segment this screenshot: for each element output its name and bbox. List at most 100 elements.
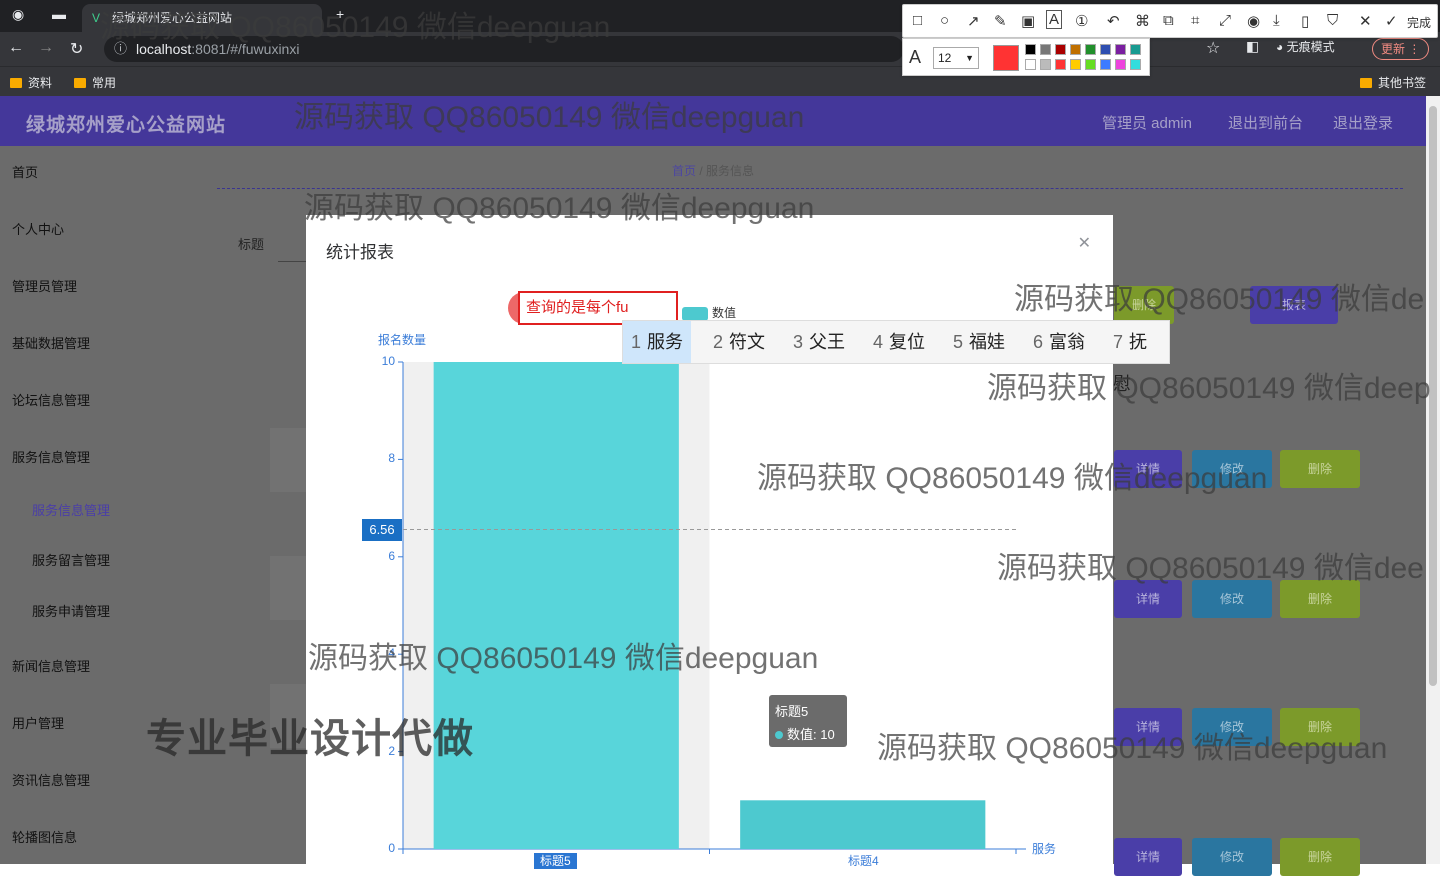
undo-icon[interactable]: ↶ xyxy=(1107,12,1120,30)
delete-button[interactable]: 删除 xyxy=(1280,708,1360,746)
edit-button[interactable]: 修改 xyxy=(1192,838,1272,876)
ime-candidate[interactable]: 6 富翁 xyxy=(1025,321,1093,363)
watermark-bold: 专业毕业设计代做 xyxy=(146,717,474,761)
color-swatch[interactable] xyxy=(1055,59,1066,70)
incognito-indicator[interactable]: ◕ 无痕模式 xyxy=(1276,38,1335,55)
pin-icon[interactable]: ⌘ xyxy=(1135,12,1150,30)
sidebar-item-basedata[interactable]: 基础数据管理 xyxy=(12,333,90,352)
ime-candidate[interactable]: 1 服务 xyxy=(623,321,692,363)
admin-user-link[interactable]: 管理员 admin xyxy=(1102,112,1192,133)
ocr-icon[interactable]: ⧉ xyxy=(1163,12,1174,29)
color-swatch[interactable] xyxy=(1055,44,1066,55)
translate-icon[interactable]: ⌗ xyxy=(1191,12,1199,29)
sidebar-item-forum[interactable]: 论坛信息管理 xyxy=(12,390,90,409)
color-swatch[interactable] xyxy=(1130,59,1141,70)
color-swatch[interactable] xyxy=(1100,59,1111,70)
legend-swatch[interactable] xyxy=(682,307,708,321)
forward-icon[interactable]: → xyxy=(38,39,54,57)
arrow-tool-icon[interactable]: ↗ xyxy=(967,12,980,30)
delete-button[interactable]: 删除 xyxy=(1280,450,1360,488)
browser-menu-icon[interactable]: ◉ xyxy=(12,6,24,23)
ime-candidate[interactable]: 4 复位 xyxy=(865,321,933,363)
back-to-frontend-link[interactable]: 退出到前台 xyxy=(1228,112,1303,133)
color-swatch[interactable] xyxy=(1025,59,1036,70)
tab-search-icon[interactable]: ▬ xyxy=(52,6,66,22)
color-swatch[interactable] xyxy=(1025,44,1036,55)
color-swatch[interactable] xyxy=(1085,59,1096,70)
sidebar-item-users[interactable]: 用户管理 xyxy=(12,713,64,732)
new-tab-icon[interactable]: + xyxy=(336,6,344,22)
text-tool-icon[interactable]: A xyxy=(1046,10,1063,29)
bookmark-icon[interactable]: ⛉ xyxy=(1327,12,1338,29)
delete-button[interactable]: 删除 xyxy=(1280,838,1360,876)
color-swatch[interactable] xyxy=(1085,44,1096,55)
sidebar-subitem-service-comments[interactable]: 服务留言管理 xyxy=(32,550,110,569)
view-button[interactable]: 详情 xyxy=(1114,708,1182,746)
color-swatch[interactable] xyxy=(1070,44,1081,55)
sidebar: 首页 个人中心 管理员管理 基础数据管理 论坛信息管理 服务信息管理 服务信息管… xyxy=(0,146,140,864)
font-size-select[interactable]: 12 ▼ xyxy=(933,47,979,69)
site-info-icon[interactable]: ⓘ xyxy=(114,36,127,62)
tooltip-series-dot xyxy=(775,731,783,739)
breadcrumb-home[interactable]: 首页 xyxy=(672,164,696,178)
delete-button[interactable]: 删除 xyxy=(1280,580,1360,618)
ime-candidate-word: 符文 xyxy=(729,332,766,352)
color-swatch[interactable] xyxy=(1115,44,1126,55)
y-tick-label: 6 xyxy=(388,548,395,563)
sidebar-item-news[interactable]: 新闻信息管理 xyxy=(12,656,90,675)
number-tool-icon[interactable]: ① xyxy=(1075,12,1088,30)
ellipse-tool-icon[interactable]: ○ xyxy=(940,12,949,29)
browser-tab[interactable]: V 绿城郑州爱心公益网站 xyxy=(82,4,322,32)
mosaic-tool-icon[interactable]: ▣ xyxy=(1021,12,1035,30)
button-label: 删除 xyxy=(1131,298,1156,312)
view-button[interactable]: 详情 xyxy=(1114,580,1182,618)
longshot-icon[interactable]: ⤢ xyxy=(1219,12,1231,29)
update-button[interactable]: 更新 ⋮ xyxy=(1372,38,1430,60)
other-bookmarks[interactable]: 其他书签 xyxy=(1360,74,1426,91)
sidebar-item-carousel[interactable]: 轮播图信息 xyxy=(12,827,77,846)
cancel-icon[interactable]: ✕ xyxy=(1359,12,1372,30)
ime-candidate[interactable]: 2 符文 xyxy=(705,321,773,363)
edit-button[interactable]: 修改 xyxy=(1192,708,1272,746)
edit-button[interactable]: 修改 xyxy=(1192,450,1272,488)
rectangle-tool-icon[interactable]: □ xyxy=(913,12,922,29)
reload-icon[interactable]: ↻ xyxy=(70,39,83,59)
color-swatch[interactable] xyxy=(1040,59,1051,70)
save-device-icon[interactable]: ▯ xyxy=(1301,12,1309,30)
sidebar-item-info[interactable]: 资讯信息管理 xyxy=(12,770,90,789)
side-panel-icon[interactable]: ◧ xyxy=(1246,38,1259,55)
ime-candidate[interactable]: 3 父王 xyxy=(785,321,853,363)
back-icon[interactable]: ← xyxy=(8,39,24,57)
ime-candidate[interactable]: 5 福娃 xyxy=(945,321,1013,363)
sidebar-item-admins[interactable]: 管理员管理 xyxy=(12,276,77,295)
view-button[interactable]: 详情 xyxy=(1114,838,1182,876)
record-icon[interactable]: ◉ xyxy=(1247,12,1260,30)
bookmark-folder-2[interactable]: 常用 xyxy=(74,74,116,91)
batch-delete-button[interactable]: 删除 xyxy=(1114,286,1174,324)
page-scrollbar[interactable] xyxy=(1426,96,1440,864)
url-input[interactable]: ⓘ localhost:8081/#/fuwuxinxi xyxy=(104,36,904,62)
color-swatch[interactable] xyxy=(1070,59,1081,70)
logout-link[interactable]: 退出登录 xyxy=(1333,112,1393,133)
view-button[interactable]: 详情 xyxy=(1114,450,1182,488)
current-color-swatch[interactable] xyxy=(993,45,1019,71)
sidebar-item-home[interactable]: 首页 xyxy=(12,162,38,181)
color-swatch[interactable] xyxy=(1130,44,1141,55)
bookmark-star-icon[interactable]: ☆ xyxy=(1206,38,1220,58)
edit-button[interactable]: 修改 xyxy=(1192,580,1272,618)
color-swatch[interactable] xyxy=(1115,59,1126,70)
pen-tool-icon[interactable]: ✎ xyxy=(994,12,1007,30)
color-swatch[interactable] xyxy=(1100,44,1111,55)
legend-label[interactable]: 数值 xyxy=(712,304,736,321)
sidebar-subitem-service-info[interactable]: 服务信息管理 xyxy=(32,500,110,519)
color-swatch[interactable] xyxy=(1040,44,1051,55)
ime-candidate[interactable]: 7 抚慰 xyxy=(1105,321,1169,394)
done-button[interactable]: 完成 xyxy=(1407,14,1431,31)
sidebar-item-profile[interactable]: 个人中心 xyxy=(12,219,64,238)
download-icon[interactable]: ⤓ xyxy=(1273,12,1280,29)
sidebar-item-service[interactable]: 服务信息管理 xyxy=(12,447,90,466)
bookmark-folder-1[interactable]: 资料 xyxy=(10,74,52,91)
scrollbar-thumb[interactable] xyxy=(1429,106,1437,686)
sidebar-subitem-service-applications[interactable]: 服务申请管理 xyxy=(32,601,110,620)
report-button[interactable]: 报表 xyxy=(1250,286,1338,324)
